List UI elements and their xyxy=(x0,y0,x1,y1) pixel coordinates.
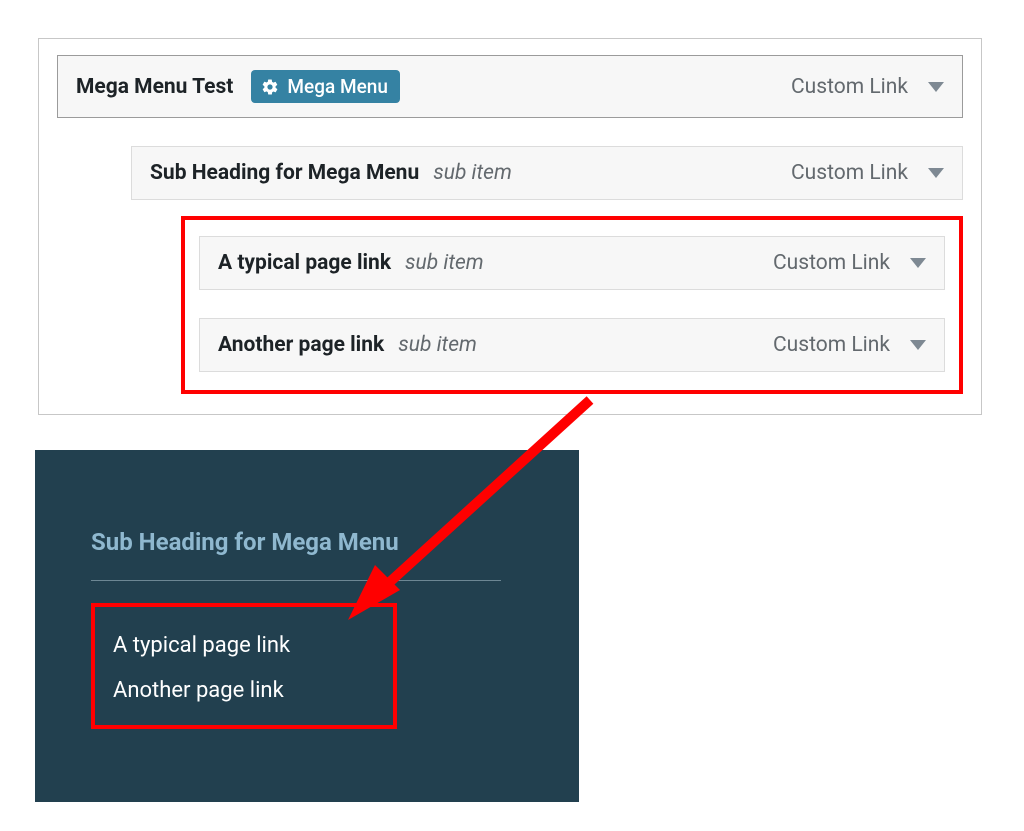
chevron-down-icon[interactable] xyxy=(928,168,944,178)
menu-item-title: Sub Heading for Mega Menu xyxy=(150,161,419,185)
preview-link[interactable]: A typical page link xyxy=(113,633,375,658)
menu-item-type: Custom Link xyxy=(773,251,890,275)
mega-menu-badge[interactable]: Mega Menu xyxy=(251,70,399,103)
menu-item-subheading[interactable]: Sub Heading for Mega Menu sub item Custo… xyxy=(131,146,963,200)
mega-menu-preview: Sub Heading for Mega Menu A typical page… xyxy=(35,450,579,802)
menu-structure-panel: Mega Menu Test Mega Menu Custom Link Sub… xyxy=(38,38,982,415)
sub-item-label: sub item xyxy=(405,251,484,275)
menu-item-title: Mega Menu Test xyxy=(76,75,233,99)
menu-item-type: Custom Link xyxy=(773,333,890,357)
menu-item-type: Custom Link xyxy=(791,75,908,99)
menu-item-root[interactable]: Mega Menu Test Mega Menu Custom Link xyxy=(57,55,963,118)
preview-heading: Sub Heading for Mega Menu xyxy=(91,528,501,581)
highlight-box-editor: A typical page link sub item Custom Link… xyxy=(181,216,963,394)
chevron-down-icon[interactable] xyxy=(910,340,926,350)
menu-item-title: Another page link xyxy=(218,333,384,357)
preview-link[interactable]: Another page link xyxy=(113,678,375,703)
menu-item-type: Custom Link xyxy=(791,161,908,185)
menu-item-child[interactable]: A typical page link sub item Custom Link xyxy=(199,236,945,290)
menu-item-title: A typical page link xyxy=(218,251,391,275)
sub-item-label: sub item xyxy=(398,333,477,357)
mega-menu-badge-label: Mega Menu xyxy=(287,75,387,98)
highlight-box-preview: A typical page link Another page link xyxy=(91,603,397,729)
menu-item-child[interactable]: Another page link sub item Custom Link xyxy=(199,318,945,372)
chevron-down-icon[interactable] xyxy=(928,82,944,92)
sub-item-label: sub item xyxy=(433,161,512,185)
chevron-down-icon[interactable] xyxy=(910,258,926,268)
gear-icon xyxy=(261,78,279,96)
